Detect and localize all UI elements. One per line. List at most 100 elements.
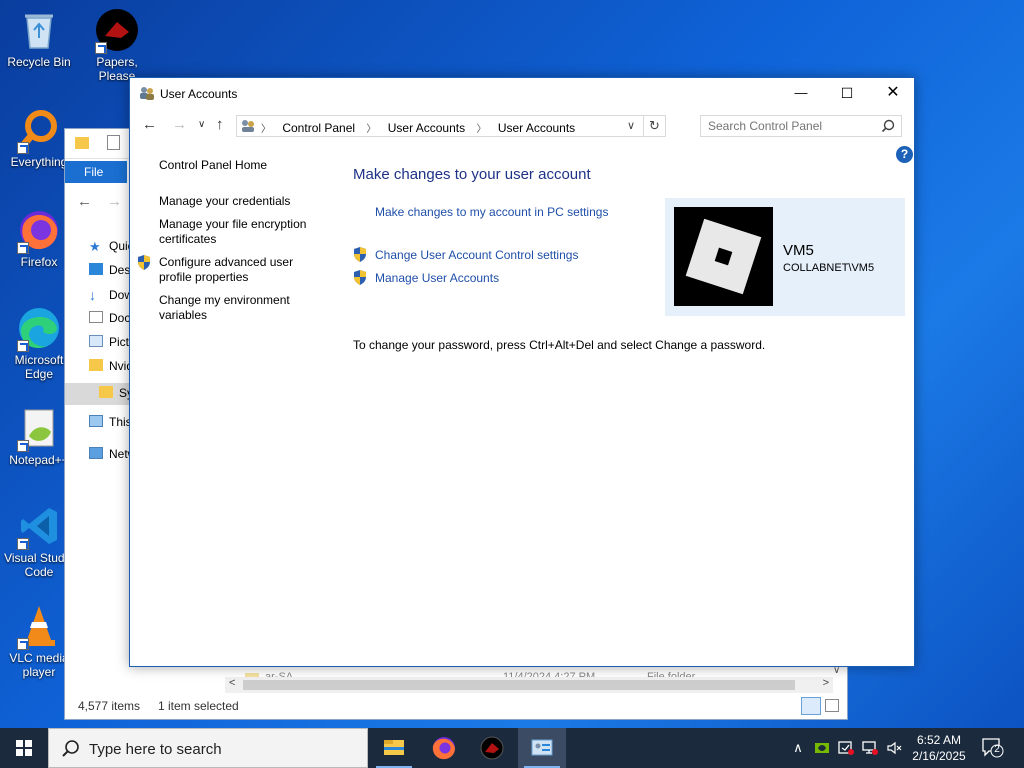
window-titlebar[interactable]: User Accounts — ☐ ✕: [130, 78, 914, 108]
desktop-icon-label: Recycle Bin: [7, 55, 71, 69]
large-icons-view-icon[interactable]: [825, 699, 839, 712]
account-domain: COLLABNET\VM5: [783, 262, 875, 274]
refresh-icon[interactable]: ↻: [643, 116, 665, 136]
document-icon: [89, 311, 103, 323]
papers-please-icon: [480, 736, 504, 760]
show-hidden-icons-chevron-icon[interactable]: ∧: [790, 740, 806, 756]
scroll-left-arrow-icon[interactable]: <: [229, 677, 235, 689]
scrollbar-thumb[interactable]: [243, 680, 795, 690]
taskbar-search-placeholder: Type here to search: [89, 741, 222, 758]
star-icon: ★: [89, 239, 101, 254]
user-accounts-window[interactable]: User Accounts — ☐ ✕ ← → ∨ ↑ 〉 Control Pa…: [129, 77, 915, 667]
taskbar-clock[interactable]: 6:52 AM 2/16/2025: [906, 732, 972, 764]
desktop-icon-recycle-bin[interactable]: Recycle Bin: [1, 8, 77, 69]
pictures-icon: [89, 335, 103, 347]
search-input[interactable]: [708, 117, 878, 135]
scroll-right-arrow-icon[interactable]: >: [823, 677, 829, 689]
breadcrumb-separator-icon: 〉: [476, 124, 487, 135]
minimize-button[interactable]: —: [778, 78, 824, 108]
forward-arrow-icon[interactable]: →: [172, 116, 187, 133]
back-arrow-icon[interactable]: ←: [142, 116, 157, 133]
vlc-icon: [17, 604, 61, 650]
breadcrumb-control-panel[interactable]: Control Panel: [282, 121, 355, 135]
computer-icon: [89, 415, 103, 427]
breadcrumb-separator-icon: 〉: [261, 124, 271, 135]
avatar[interactable]: [674, 207, 773, 306]
uac-shield-icon: [353, 270, 367, 285]
volume-muted-icon[interactable]: [886, 740, 902, 756]
action-center-button[interactable]: 2: [982, 738, 1004, 758]
windows-logo-icon: [16, 740, 32, 756]
explorer-status-bar: 4,577 items 1 item selected: [65, 693, 847, 719]
advanced-user-profile-link[interactable]: Configure advanced user profile properti…: [159, 255, 324, 285]
up-arrow-icon[interactable]: ↑: [216, 116, 224, 133]
shortcut-arrow-icon: [17, 538, 29, 550]
notepadpp-icon: [17, 406, 61, 452]
recycle-bin-icon: [17, 8, 61, 52]
taskbar-file-explorer[interactable]: [370, 728, 418, 768]
taskbar-firefox[interactable]: [420, 728, 468, 768]
breadcrumb-separator-icon: 〉: [366, 124, 377, 135]
recent-locations-chevron-icon[interactable]: ∨: [198, 119, 205, 130]
close-button[interactable]: ✕: [870, 78, 916, 108]
edge-icon: [17, 306, 61, 352]
taskbar-search-box[interactable]: Type here to search: [48, 728, 368, 768]
search-box[interactable]: [700, 115, 902, 137]
everything-search-icon: [17, 108, 61, 154]
firefox-icon: [17, 208, 61, 254]
clock-date: 2/16/2025: [912, 749, 966, 763]
file-encryption-certificates-link[interactable]: Manage your file encryption certificates: [159, 217, 324, 247]
control-panel-icon: [241, 119, 255, 133]
security-alert-icon[interactable]: [838, 740, 854, 756]
pc-settings-link[interactable]: Make changes to my account in PC setting…: [375, 205, 608, 219]
details-view-icon[interactable]: [801, 697, 821, 715]
control-panel-icon: [531, 739, 553, 756]
uac-settings-link[interactable]: Change User Account Control settings: [375, 248, 578, 262]
breadcrumb-user-accounts-current[interactable]: User Accounts: [498, 121, 575, 135]
firefox-icon: [432, 737, 455, 760]
nav-item-system[interactable]: System: [65, 383, 159, 405]
item-count: 4,577 items: [78, 699, 141, 713]
file-explorer-icon: [384, 740, 404, 755]
desktop-icon-papers-please[interactable]: Papers, Please: [79, 8, 155, 83]
address-bar[interactable]: 〉 Control Panel 〉 User Accounts 〉 User A…: [236, 115, 666, 137]
search-icon: [61, 739, 81, 759]
account-card: VM5 COLLABNET\VM5: [665, 198, 905, 316]
shortcut-arrow-icon: [95, 42, 107, 54]
account-name: VM5: [783, 242, 814, 259]
download-icon: ↓: [89, 287, 96, 303]
explorer-nav-pane: ★Quick access Desktop ↓Downloads Documen…: [65, 129, 180, 719]
shortcut-arrow-icon: [17, 638, 29, 650]
vscode-icon: [17, 504, 61, 550]
papers-please-icon: [95, 8, 139, 54]
shortcut-arrow-icon: [17, 242, 29, 254]
address-row: ← → ∨ ↑ 〉 Control Panel 〉 User Accounts …: [130, 114, 914, 138]
network-icon: [89, 447, 103, 459]
taskbar-control-panel[interactable]: [518, 728, 566, 768]
desktop-icon: [89, 263, 103, 275]
nvidia-icon[interactable]: [814, 740, 830, 756]
folder-icon: [99, 386, 113, 398]
maximize-button[interactable]: ☐: [824, 78, 870, 108]
help-icon[interactable]: ?: [896, 146, 913, 163]
manage-user-accounts-link[interactable]: Manage User Accounts: [375, 271, 499, 285]
horizontal-scrollbar[interactable]: < >: [225, 677, 833, 693]
taskbar: Type here to search ∧ 6:52 AM 2/16/2025 …: [0, 728, 1024, 768]
address-dropdown-icon[interactable]: ∨: [627, 119, 635, 132]
uac-shield-icon: [353, 247, 367, 262]
start-button[interactable]: [0, 728, 48, 768]
breadcrumb-user-accounts[interactable]: User Accounts: [388, 121, 465, 135]
notification-count-badge: 2: [994, 744, 1000, 755]
environment-variables-link[interactable]: Change my environment variables: [159, 293, 324, 323]
password-hint: To change your password, press Ctrl+Alt+…: [353, 338, 766, 352]
search-icon[interactable]: [881, 119, 895, 133]
manage-credentials-link[interactable]: Manage your credentials: [159, 194, 324, 209]
network-disconnected-icon[interactable]: [862, 740, 878, 756]
shortcut-arrow-icon: [17, 340, 29, 352]
uac-shield-icon: [137, 255, 151, 270]
user-accounts-icon: [139, 86, 155, 100]
window-title: User Accounts: [160, 87, 238, 101]
taskbar-papers-please[interactable]: [468, 728, 516, 768]
shortcut-arrow-icon: [17, 440, 29, 452]
control-panel-home-link[interactable]: Control Panel Home: [159, 158, 324, 173]
